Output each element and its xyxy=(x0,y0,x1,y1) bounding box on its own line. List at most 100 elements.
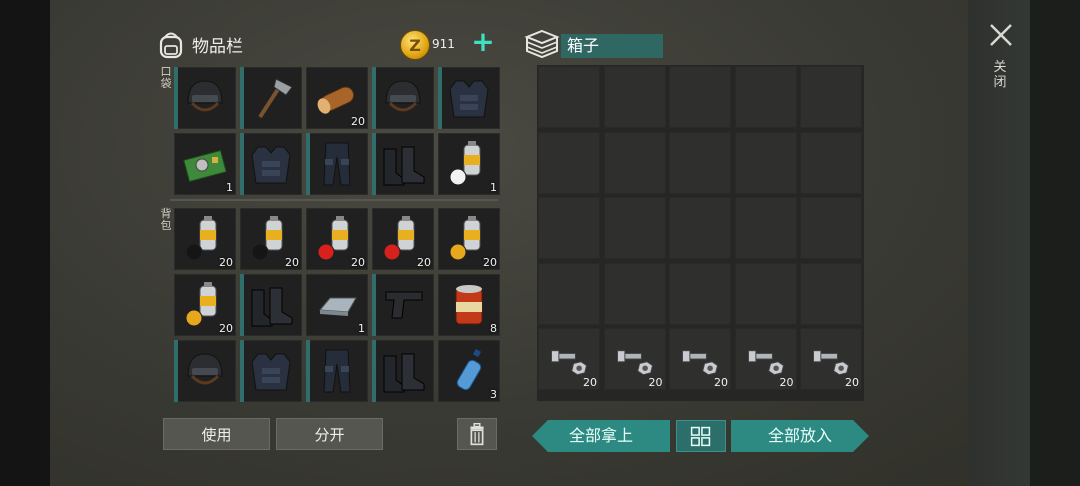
equip-indicator xyxy=(306,133,310,195)
backpack-icon xyxy=(159,32,183,59)
box-slot[interactable] xyxy=(734,197,797,259)
inventory-slot[interactable]: 1 xyxy=(438,133,500,195)
box-slot[interactable] xyxy=(669,131,731,194)
inventory-slot[interactable] xyxy=(174,340,236,402)
box-slot[interactable] xyxy=(603,262,666,325)
close-label: 关闭 xyxy=(993,60,1007,90)
box-slot[interactable]: 20 xyxy=(734,328,797,390)
inventory-slot[interactable] xyxy=(372,67,434,129)
box-slot[interactable] xyxy=(669,262,731,325)
item-quantity: 3 xyxy=(490,388,497,401)
screen-edge-right xyxy=(1030,0,1080,486)
helmet-icon xyxy=(187,80,223,112)
take-all-button[interactable]: 全部拿上 xyxy=(532,420,670,452)
hatchet-icon xyxy=(258,78,293,119)
helmet-icon xyxy=(187,353,223,385)
inventory-slot[interactable] xyxy=(306,133,368,195)
split-button[interactable]: 分开 xyxy=(276,418,383,450)
inventory-slot[interactable]: 1 xyxy=(174,133,236,195)
inventory-slot[interactable]: 20 xyxy=(306,67,368,129)
inventory-slot[interactable] xyxy=(240,133,302,195)
item-quantity: 20 xyxy=(219,322,233,335)
box-slot[interactable]: 20 xyxy=(538,328,600,390)
boots-icon xyxy=(383,353,425,393)
inventory-slot[interactable]: 20 xyxy=(174,208,236,270)
box-slot[interactable]: 20 xyxy=(603,328,666,390)
close-icon[interactable] xyxy=(988,22,1014,48)
box-slot[interactable] xyxy=(538,262,600,325)
water-bottle-icon xyxy=(456,348,482,391)
box-slot[interactable] xyxy=(669,66,731,128)
box-slot[interactable] xyxy=(800,262,862,325)
pocket-label: 口袋 xyxy=(160,65,172,90)
box-slot[interactable] xyxy=(800,197,862,259)
box-slot[interactable] xyxy=(538,66,600,128)
inventory-slot[interactable]: 3 xyxy=(438,340,500,402)
equip-indicator xyxy=(240,274,244,336)
item-quantity: 20 xyxy=(351,256,365,269)
inventory-slot[interactable]: 1 xyxy=(306,274,368,336)
box-storage-grid: 20 20 20 20 20 xyxy=(537,65,864,401)
inventory-slot[interactable] xyxy=(372,133,434,195)
pistol-icon xyxy=(385,291,423,319)
equip-indicator xyxy=(240,67,244,129)
sort-button[interactable] xyxy=(676,420,726,452)
coin-icon: Z xyxy=(400,30,430,60)
box-slot[interactable] xyxy=(603,131,666,194)
put-all-button[interactable]: 全部放入 xyxy=(731,420,869,452)
box-slot[interactable] xyxy=(734,131,797,194)
inventory-slot[interactable] xyxy=(240,67,302,129)
equip-indicator xyxy=(438,67,442,129)
item-quantity: 20 xyxy=(351,115,365,128)
box-slot[interactable] xyxy=(538,197,600,259)
coin-amount: 911 xyxy=(432,37,455,51)
equip-indicator xyxy=(306,340,310,402)
item-quantity: 20 xyxy=(417,256,431,269)
canned-food-icon xyxy=(455,285,483,325)
equip-indicator xyxy=(174,67,178,129)
grid-sort-icon xyxy=(690,426,711,447)
box-slot[interactable] xyxy=(538,131,600,194)
use-button[interactable]: 使用 xyxy=(163,418,270,450)
spray-paint-white-icon xyxy=(449,141,481,186)
box-slot[interactable]: 20 xyxy=(800,328,862,390)
box-slot[interactable] xyxy=(603,66,666,128)
crate-icon xyxy=(524,29,560,59)
box-slot[interactable] xyxy=(669,197,731,259)
metal-ingot-icon xyxy=(318,297,357,316)
inventory-slot[interactable] xyxy=(438,67,500,129)
inventory-slot[interactable] xyxy=(174,67,236,129)
inventory-slot[interactable]: 20 xyxy=(306,208,368,270)
screen-edge-left xyxy=(0,0,50,486)
trash-button[interactable] xyxy=(457,418,497,450)
pocket-backpack-divider xyxy=(170,199,498,201)
box-slot[interactable] xyxy=(734,262,797,325)
box-title: 箱子 xyxy=(561,34,663,58)
inventory-slot[interactable]: 20 xyxy=(438,208,500,270)
equip-indicator xyxy=(240,340,244,402)
inventory-slot[interactable] xyxy=(372,340,434,402)
inventory-slot[interactable]: 20 xyxy=(240,208,302,270)
box-slot[interactable] xyxy=(734,66,797,128)
box-slot[interactable] xyxy=(603,197,666,259)
item-quantity: 20 xyxy=(714,376,728,389)
inventory-slot[interactable] xyxy=(306,340,368,402)
inventory-slot[interactable]: 8 xyxy=(438,274,500,336)
box-slot[interactable] xyxy=(800,131,862,194)
armor-vest-icon xyxy=(251,353,291,391)
helmet-icon xyxy=(385,80,421,112)
box-slot[interactable]: 20 xyxy=(669,328,731,390)
inventory-slot[interactable]: 20 xyxy=(372,208,434,270)
inventory-slot[interactable]: 20 xyxy=(174,274,236,336)
box-slot[interactable] xyxy=(800,66,862,128)
inventory-slot[interactable] xyxy=(240,274,302,336)
item-quantity: 1 xyxy=(490,181,497,194)
boots-icon xyxy=(383,146,425,186)
item-quantity: 1 xyxy=(358,322,365,335)
equip-indicator xyxy=(240,133,244,195)
inventory-title: 物品栏 xyxy=(192,36,243,57)
add-coins-button[interactable]: + xyxy=(470,28,496,56)
inventory-slot[interactable] xyxy=(372,274,434,336)
armor-pants-icon xyxy=(323,142,351,186)
inventory-slot[interactable] xyxy=(240,340,302,402)
